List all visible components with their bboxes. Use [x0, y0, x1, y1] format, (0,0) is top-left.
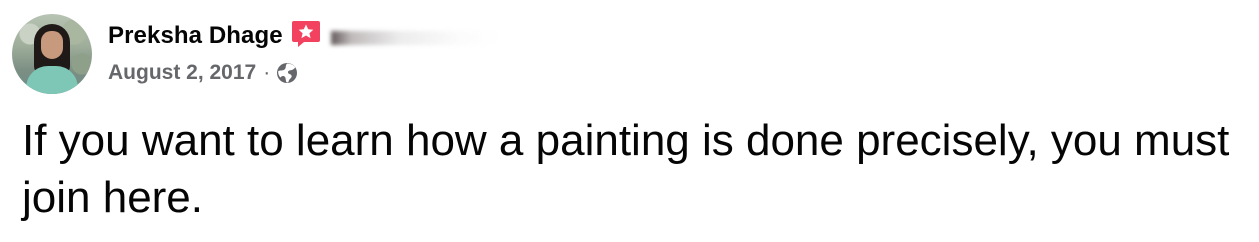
separator-dot: ·: [263, 61, 271, 84]
avatar[interactable]: [12, 14, 92, 94]
post-body-text: If you want to learn how a painting is d…: [22, 116, 1230, 222]
post-meta: Preksha Dhage August 2, 2017 ·: [108, 14, 501, 86]
post-timestamp-row: August 2, 2017 ·: [108, 60, 501, 86]
post-header: Preksha Dhage August 2, 2017 ·: [12, 14, 501, 94]
obscured-text: [330, 31, 501, 45]
author-name[interactable]: Preksha Dhage: [108, 22, 283, 50]
globe-icon[interactable]: [276, 62, 298, 84]
post-date[interactable]: August 2, 2017: [108, 61, 256, 85]
post-card: Preksha Dhage August 2, 2017 · If you wa…: [0, 0, 1259, 242]
author-row: Preksha Dhage: [108, 20, 501, 52]
star-badge-icon[interactable]: [291, 19, 321, 49]
